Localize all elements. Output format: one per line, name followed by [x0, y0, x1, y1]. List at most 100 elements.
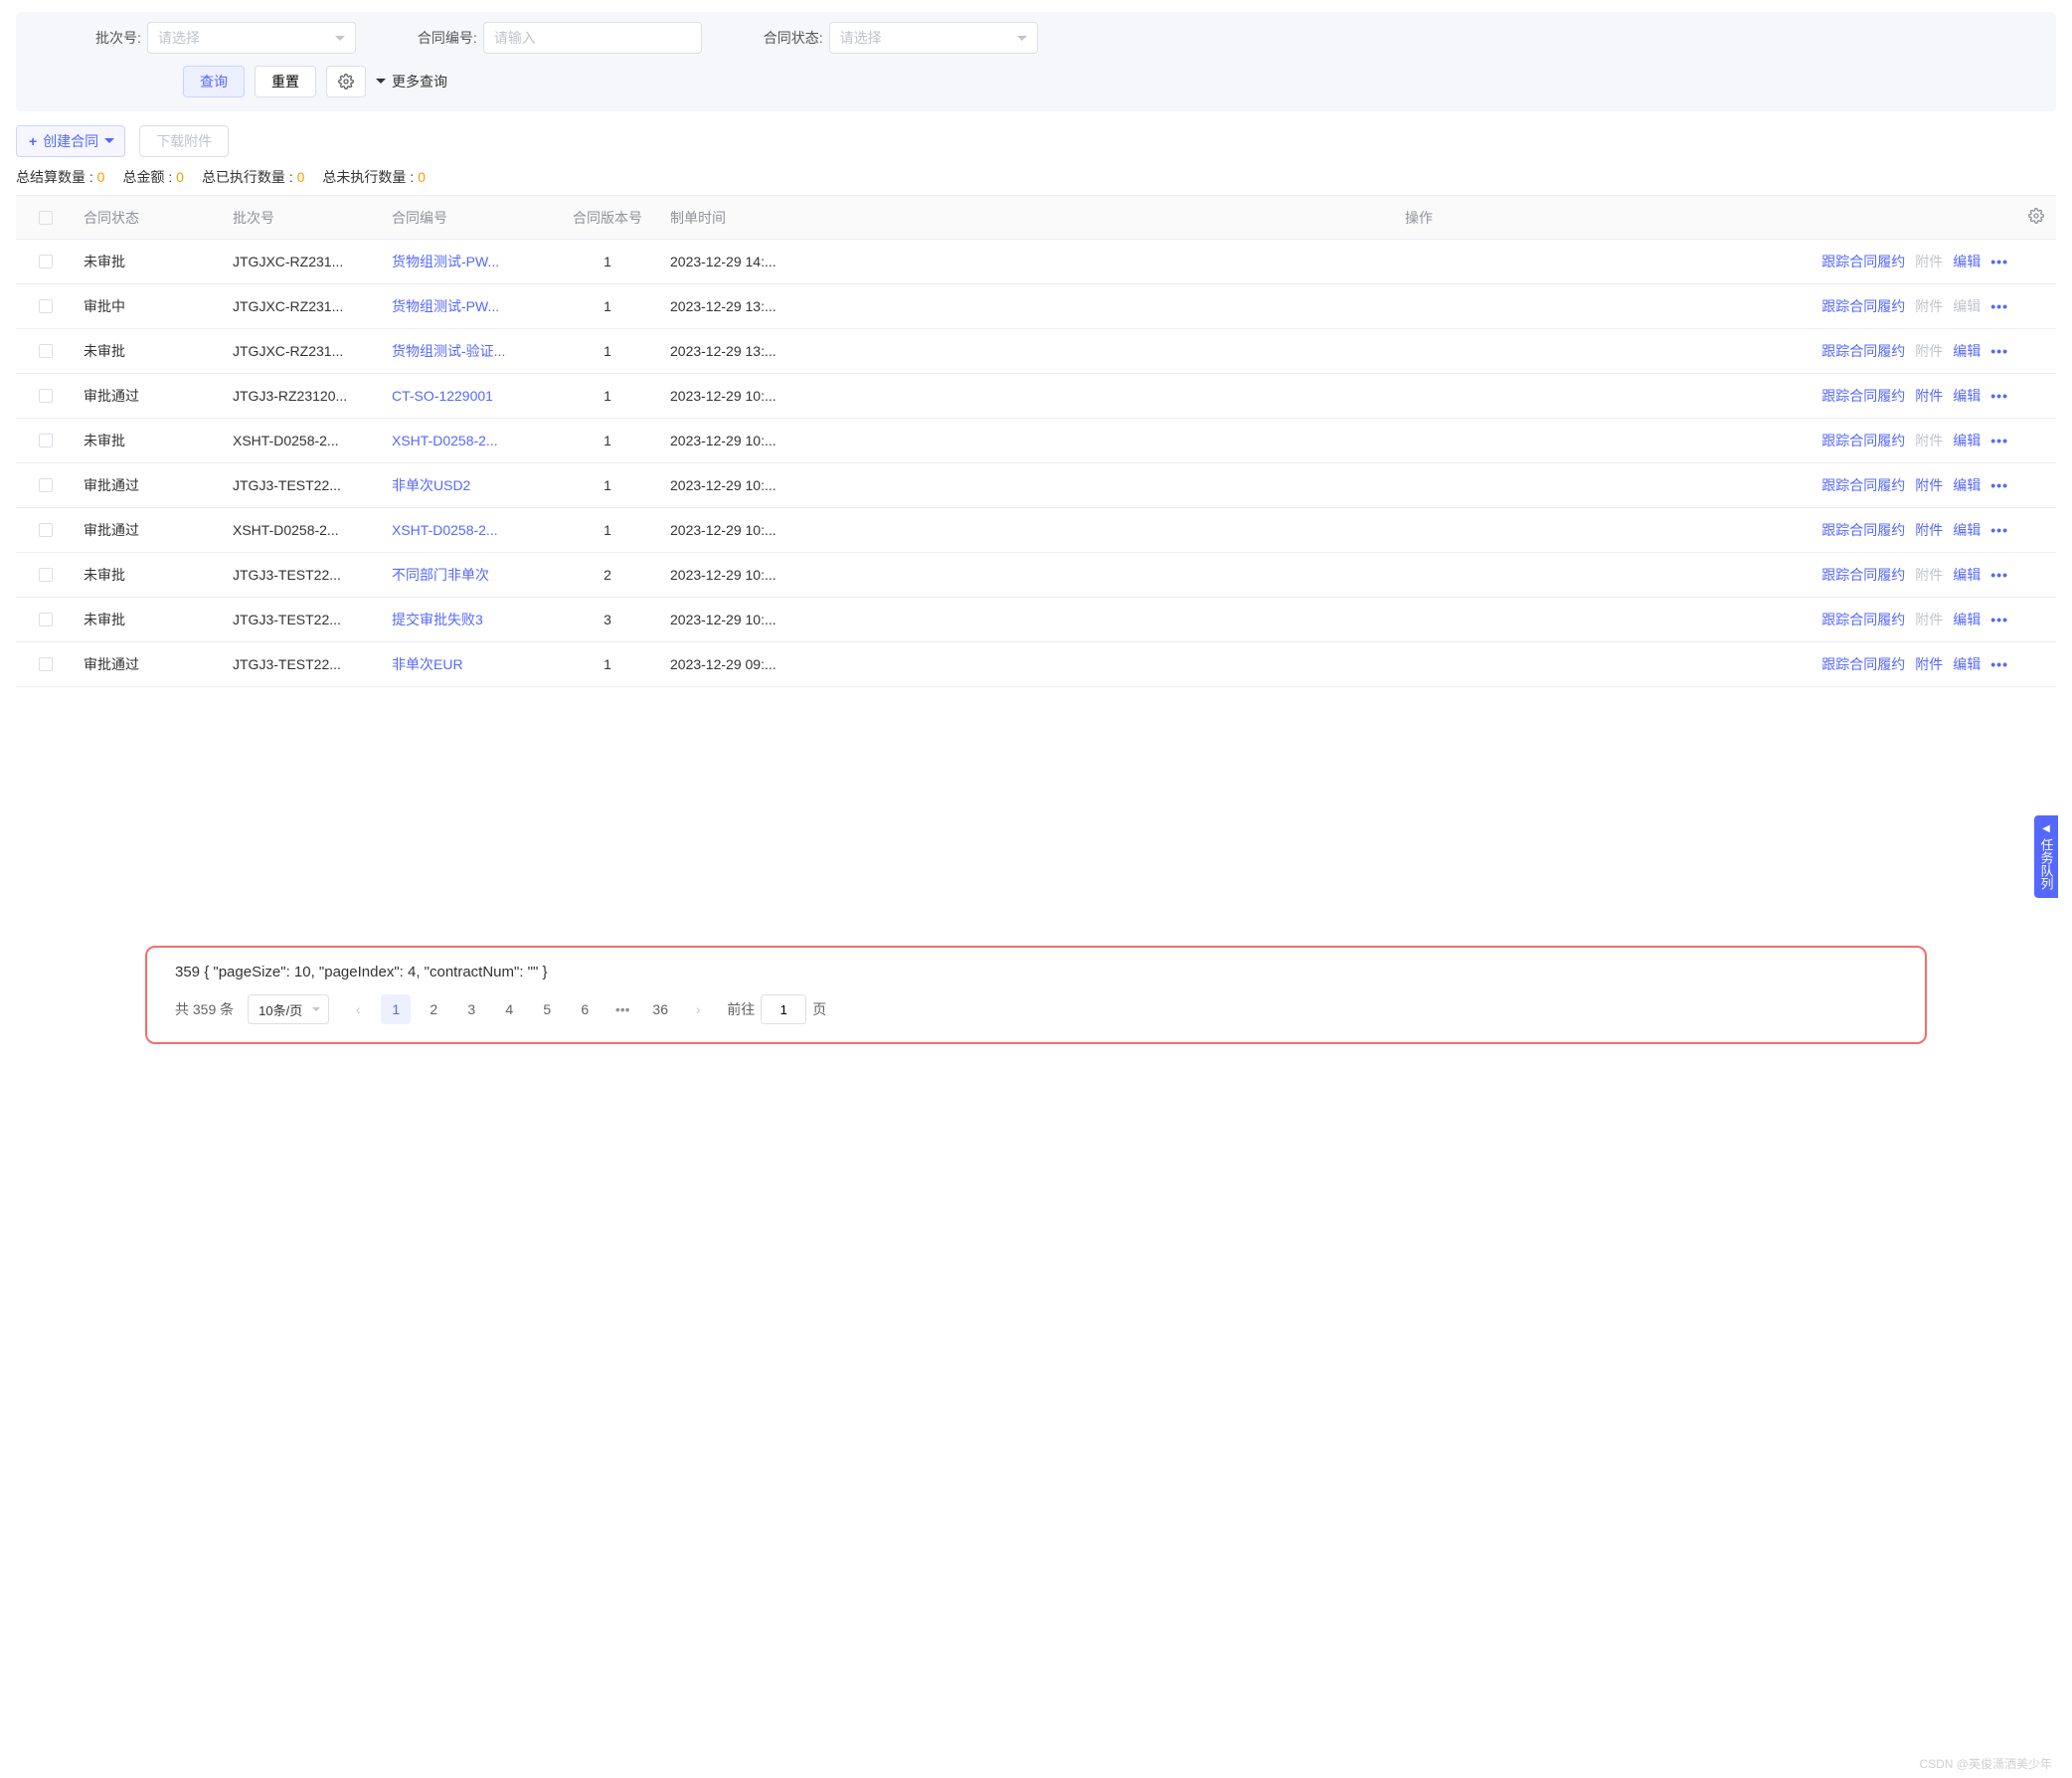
page-button[interactable]: 6: [570, 994, 600, 1024]
op-edit[interactable]: 编辑: [1953, 252, 1981, 271]
more-query-toggle[interactable]: 更多查询: [376, 72, 447, 91]
row-checkbox[interactable]: [39, 523, 53, 537]
cell-time: 2023-12-29 10:...: [662, 433, 821, 448]
op-track[interactable]: 跟踪合同履约: [1821, 252, 1905, 271]
op-more[interactable]: •••: [1990, 388, 2008, 404]
op-track[interactable]: 跟踪合同履约: [1821, 520, 1905, 540]
prev-page-button[interactable]: ‹: [343, 994, 373, 1024]
op-track[interactable]: 跟踪合同履约: [1821, 431, 1905, 450]
query-button[interactable]: 查询: [183, 66, 245, 97]
op-edit[interactable]: 编辑: [1953, 386, 1981, 406]
create-contract-button[interactable]: + 创建合同: [16, 125, 125, 157]
row-checkbox[interactable]: [39, 657, 53, 671]
op-more[interactable]: •••: [1990, 522, 2008, 538]
contract-status-select[interactable]: 请选择: [829, 22, 1038, 54]
op-more[interactable]: •••: [1990, 343, 2008, 359]
op-attach[interactable]: 附件: [1915, 475, 1943, 495]
cell-contract-no[interactable]: XSHT-D0258-2...: [384, 522, 553, 538]
op-track[interactable]: 跟踪合同履约: [1821, 475, 1905, 495]
op-attach: 附件: [1915, 252, 1943, 271]
cell-version: 1: [553, 254, 662, 269]
col-status: 合同状态: [76, 208, 225, 228]
page-button[interactable]: 3: [456, 994, 486, 1024]
cell-time: 2023-12-29 10:...: [662, 388, 821, 404]
summary-bar: 总结算数量 : 0 总金额 : 0 总已执行数量 : 0 总未执行数量 : 0: [16, 167, 2056, 187]
op-more[interactable]: •••: [1990, 567, 2008, 583]
row-checkbox[interactable]: [39, 389, 53, 403]
op-more[interactable]: •••: [1990, 656, 2008, 672]
op-edit[interactable]: 编辑: [1953, 565, 1981, 585]
row-checkbox[interactable]: [39, 299, 53, 313]
op-track[interactable]: 跟踪合同履约: [1821, 386, 1905, 406]
task-queue-panel[interactable]: ◀ 任务队列: [2034, 815, 2058, 898]
op-track[interactable]: 跟踪合同履约: [1821, 610, 1905, 629]
cell-version: 1: [553, 433, 662, 448]
jump-input[interactable]: [761, 994, 806, 1024]
cell-contract-no[interactable]: 非单次USD2: [384, 475, 553, 495]
op-attach: 附件: [1915, 610, 1943, 629]
cell-contract-no[interactable]: 提交审批失败3: [384, 610, 553, 629]
row-checkbox[interactable]: [39, 255, 53, 268]
cell-version: 1: [553, 477, 662, 493]
select-all-checkbox[interactable]: [39, 211, 53, 225]
column-settings-icon[interactable]: [2028, 211, 2044, 227]
op-track[interactable]: 跟踪合同履约: [1821, 341, 1905, 361]
col-contract-no: 合同编号: [384, 208, 553, 228]
next-page-button[interactable]: ›: [683, 994, 713, 1024]
op-attach[interactable]: 附件: [1915, 386, 1943, 406]
op-more[interactable]: •••: [1990, 612, 2008, 627]
op-edit[interactable]: 编辑: [1953, 475, 1981, 495]
settings-button[interactable]: [326, 66, 366, 97]
cell-contract-no[interactable]: 非单次EUR: [384, 654, 553, 674]
row-checkbox[interactable]: [39, 344, 53, 358]
cell-contract-no[interactable]: 货物组测试-PW...: [384, 296, 553, 316]
cell-time: 2023-12-29 14:...: [662, 254, 821, 269]
op-edit[interactable]: 编辑: [1953, 520, 1981, 540]
cell-status: 审批通过: [76, 520, 225, 540]
page-button[interactable]: 4: [494, 994, 524, 1024]
col-ops: 操作: [821, 208, 2016, 228]
table-row: 未审批 JTGJ3-TEST22... 不同部门非单次 2 2023-12-29…: [16, 553, 2056, 598]
reset-button[interactable]: 重置: [255, 66, 316, 97]
op-more[interactable]: •••: [1990, 433, 2008, 448]
op-more[interactable]: •••: [1990, 477, 2008, 493]
cell-version: 1: [553, 343, 662, 359]
cell-version: 1: [553, 388, 662, 404]
table-row: 审批通过 JTGJ3-TEST22... 非单次USD2 1 2023-12-2…: [16, 463, 2056, 508]
op-track[interactable]: 跟踪合同履约: [1821, 565, 1905, 585]
cell-batch: JTGJXC-RZ231...: [225, 343, 384, 359]
contract-no-input[interactable]: 请输入: [483, 22, 702, 54]
row-checkbox[interactable]: [39, 568, 53, 582]
cell-contract-no[interactable]: 货物组测试-PW...: [384, 252, 553, 271]
download-attachment-button[interactable]: 下载附件: [139, 125, 229, 157]
op-edit[interactable]: 编辑: [1953, 431, 1981, 450]
page-button[interactable]: 5: [532, 994, 562, 1024]
page-button[interactable]: 1: [381, 994, 411, 1024]
op-edit[interactable]: 编辑: [1953, 654, 1981, 674]
cell-contract-no[interactable]: XSHT-D0258-2...: [384, 433, 553, 448]
page-button[interactable]: 2: [419, 994, 448, 1024]
op-track[interactable]: 跟踪合同履约: [1821, 654, 1905, 674]
op-attach[interactable]: 附件: [1915, 654, 1943, 674]
op-more[interactable]: •••: [1990, 298, 2008, 314]
cell-contract-no[interactable]: 不同部门非单次: [384, 565, 553, 585]
contract-status-label: 合同状态:: [764, 28, 823, 48]
row-checkbox[interactable]: [39, 613, 53, 626]
page-button[interactable]: 36: [645, 994, 675, 1024]
op-edit[interactable]: 编辑: [1953, 341, 1981, 361]
cell-status: 未审批: [76, 252, 225, 271]
batch-select[interactable]: 请选择: [147, 22, 356, 54]
page-ellipsis[interactable]: •••: [607, 994, 637, 1024]
op-track[interactable]: 跟踪合同履约: [1821, 296, 1905, 316]
row-checkbox[interactable]: [39, 434, 53, 447]
cell-status: 审批通过: [76, 654, 225, 674]
row-checkbox[interactable]: [39, 478, 53, 492]
op-edit[interactable]: 编辑: [1953, 610, 1981, 629]
op-attach: 附件: [1915, 431, 1943, 450]
op-more[interactable]: •••: [1990, 254, 2008, 269]
cell-contract-no[interactable]: 货物组测试-验证...: [384, 341, 553, 361]
op-attach[interactable]: 附件: [1915, 520, 1943, 540]
cell-contract-no[interactable]: CT-SO-1229001: [384, 388, 553, 404]
page-size-select[interactable]: 10条/页: [248, 994, 329, 1024]
watermark: CSDN @英俊潇洒美少年: [1919, 1755, 2052, 1772]
